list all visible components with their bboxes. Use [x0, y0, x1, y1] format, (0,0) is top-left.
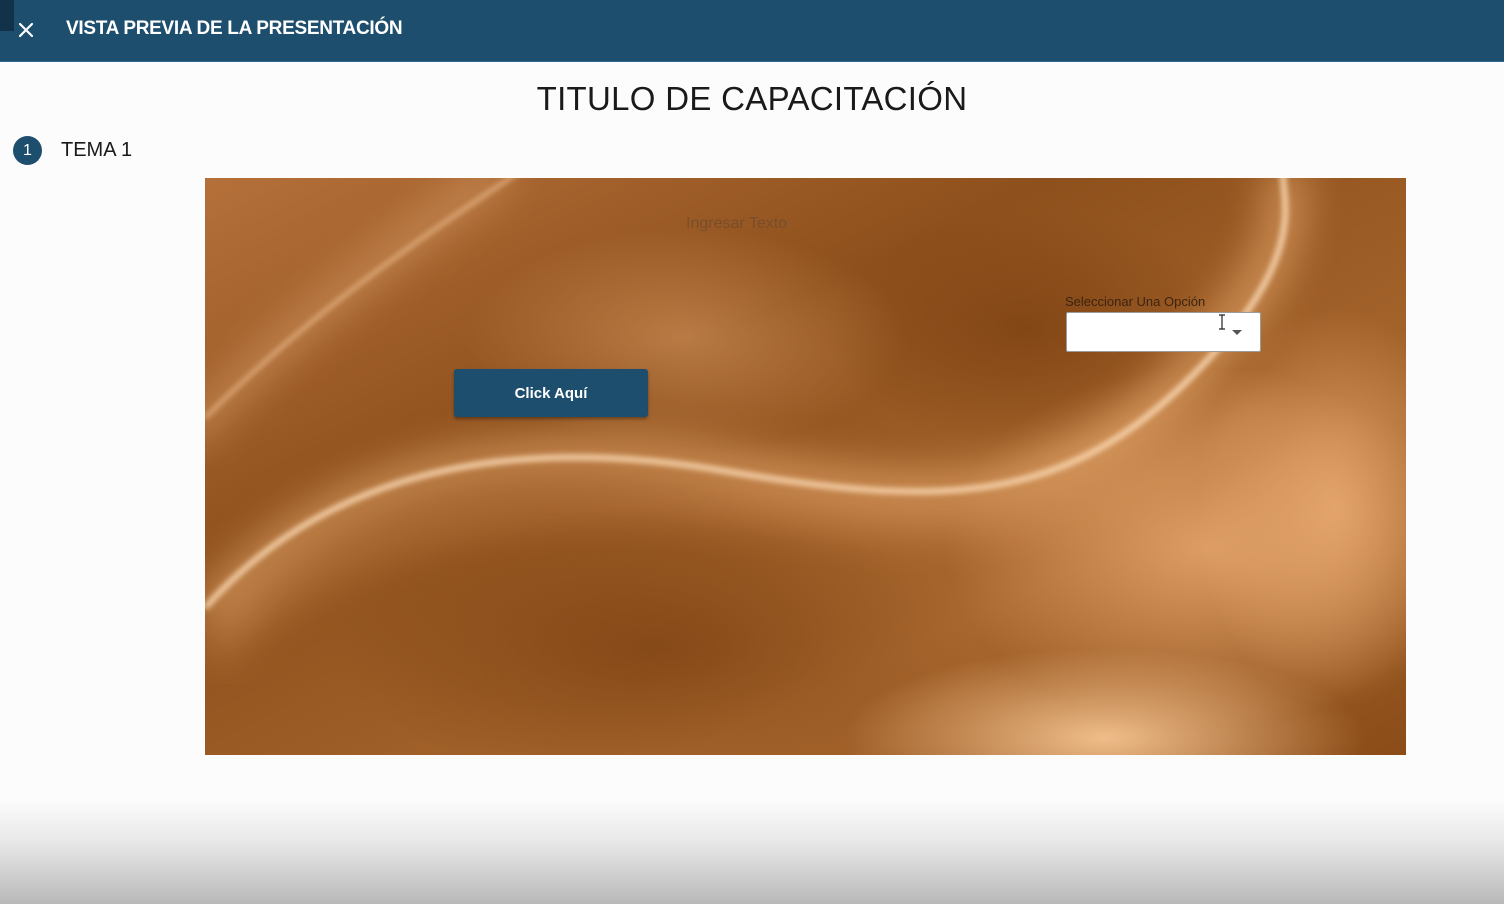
caret-down-icon: [1232, 330, 1242, 335]
preview-title: VISTA PREVIA DE LA PRESENTACIÓN: [66, 18, 403, 39]
bottom-fade: [0, 800, 1504, 904]
preview-header: VISTA PREVIA DE LA PRESENTACIÓN: [0, 0, 1504, 62]
select-label: Seleccionar Una Opción: [1065, 294, 1206, 309]
topic-label: TEMA 1: [61, 139, 133, 161]
text-placeholder[interactable]: Ingresar Texto: [686, 215, 787, 233]
presentation-title: TITULO DE CAPACITACIÓN: [536, 80, 968, 117]
text-cursor-icon: [1219, 314, 1225, 330]
close-button[interactable]: [10, 14, 42, 46]
close-icon: [18, 22, 34, 38]
slide-canvas: Ingresar Texto Click Aquí Seleccionar Un…: [205, 178, 1406, 755]
option-select[interactable]: [1066, 312, 1261, 352]
topic-number-badge: 1: [13, 136, 42, 165]
click-here-button[interactable]: Click Aquí: [454, 369, 648, 417]
topic-item[interactable]: 1 TEMA 1: [13, 136, 132, 165]
slide-background: [205, 178, 1406, 755]
